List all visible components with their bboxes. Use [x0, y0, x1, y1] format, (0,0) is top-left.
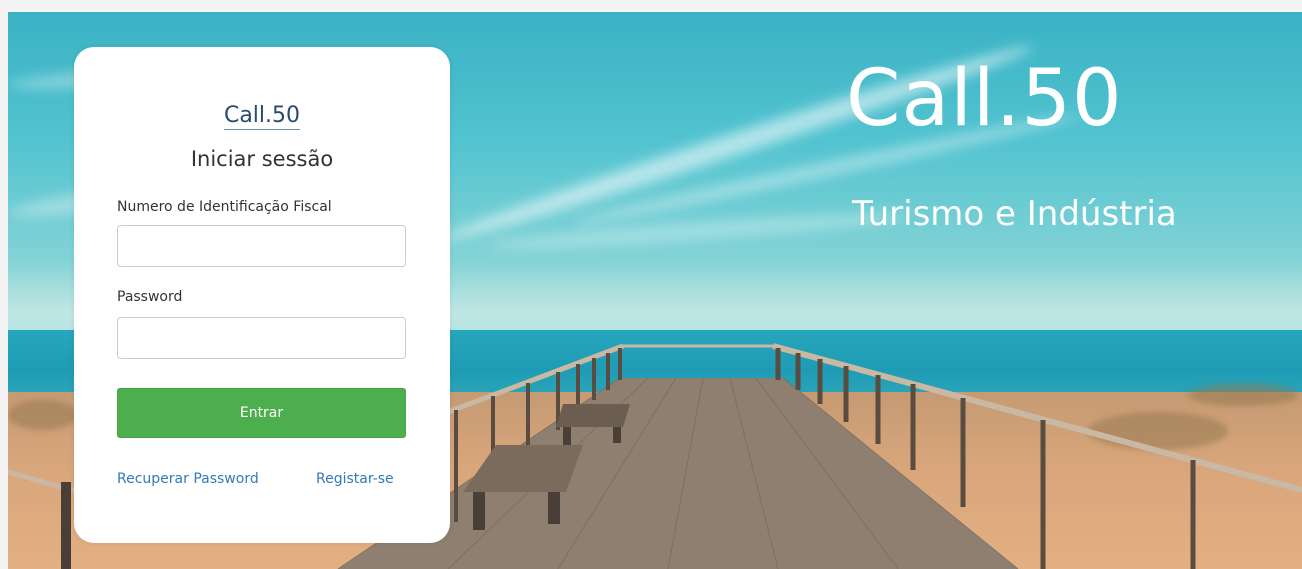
login-button[interactable]: Entrar [117, 388, 406, 438]
nif-input[interactable] [117, 225, 406, 267]
register-link[interactable]: Registar-se [316, 471, 394, 487]
login-page: Call.50 Turismo e Indústria Call.50 Inic… [8, 12, 1302, 569]
logo: Call.50 [74, 103, 450, 130]
nif-label: Numero de Identificação Fiscal [117, 199, 332, 215]
login-heading: Iniciar sessão [190, 147, 334, 171]
logo-text: Call.50 [223, 103, 301, 130]
hero-subtitle: Turismo e Indústria [852, 194, 1177, 234]
login-card: Call.50 Iniciar sessão Numero de Identif… [74, 47, 450, 543]
password-label: Password [117, 289, 183, 305]
hero-title: Call.50 [846, 54, 1123, 144]
password-input[interactable] [117, 317, 406, 359]
recover-password-link[interactable]: Recuperar Password [117, 471, 259, 487]
